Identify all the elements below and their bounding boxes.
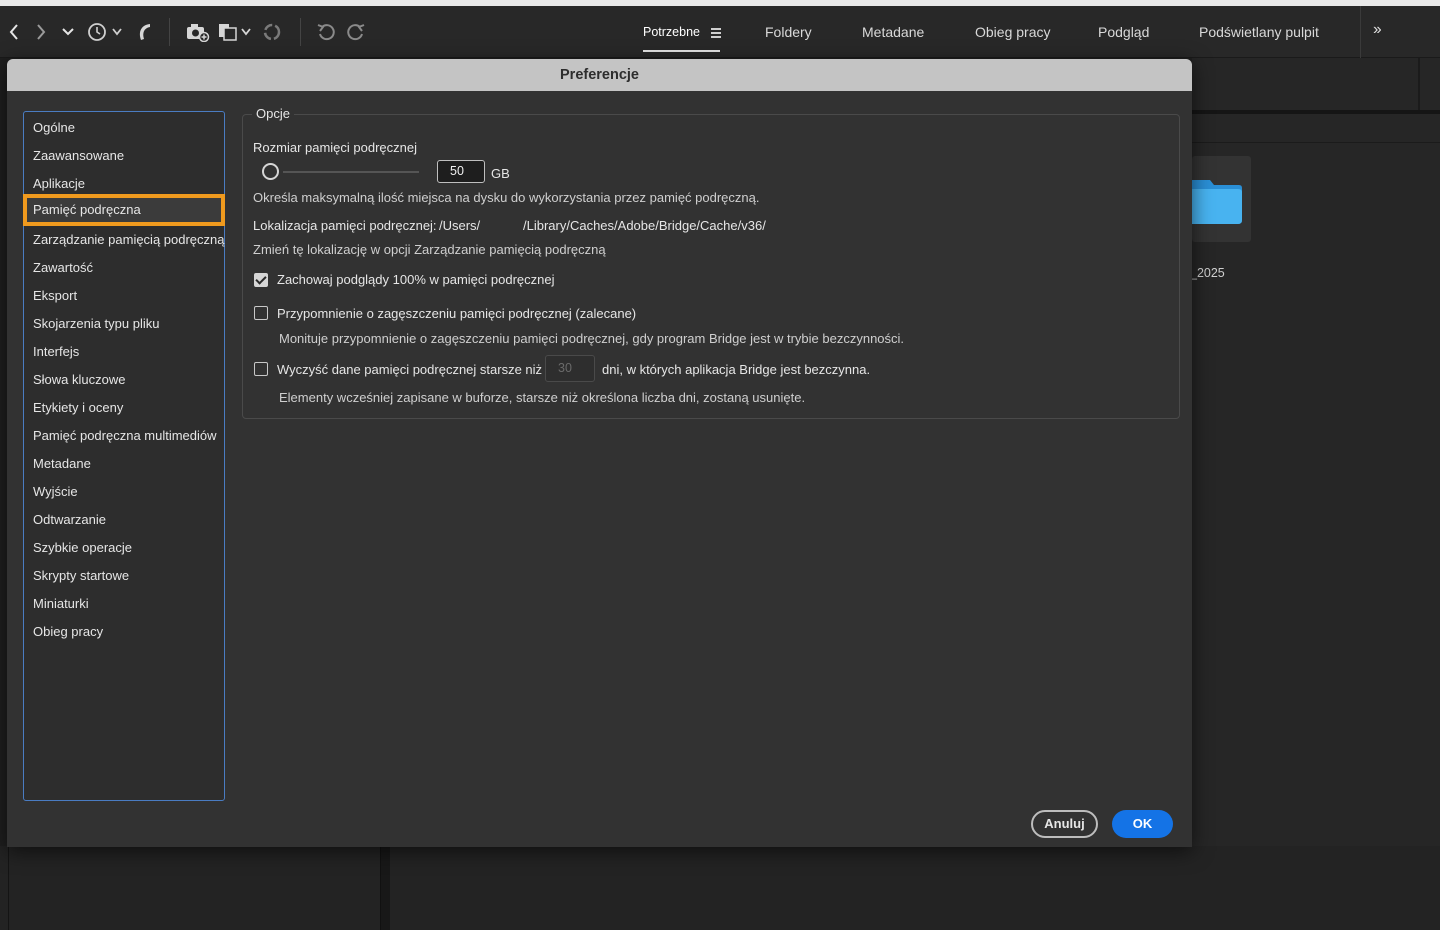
category-metadane[interactable]: Metadane bbox=[24, 450, 224, 477]
tab-podglad[interactable]: Podgląd bbox=[1098, 24, 1149, 40]
bottom-panels-background bbox=[0, 846, 1440, 930]
compact-reminder-label[interactable]: Przypomnienie o zagęszczeniu pamięci pod… bbox=[277, 306, 636, 321]
category-pamiec-podreczna[interactable]: Pamięć podręczna bbox=[23, 194, 225, 226]
folder-icon bbox=[1192, 180, 1242, 224]
cache-size-description: Określa maksymalną ilość miejsca na dysk… bbox=[253, 190, 760, 205]
category-etykiety[interactable]: Etykiety i oceny bbox=[24, 394, 224, 421]
options-legend: Opcje bbox=[252, 106, 294, 121]
category-eksport[interactable]: Eksport bbox=[24, 282, 224, 309]
category-miniaturki[interactable]: Miniaturki bbox=[24, 590, 224, 617]
toolbar-separator bbox=[169, 18, 170, 46]
tab-foldery[interactable]: Foldery bbox=[765, 24, 812, 40]
folder-label[interactable]: _2025 bbox=[1190, 266, 1225, 280]
purge-description: Elementy wcześniej zapisane w buforze, s… bbox=[279, 390, 806, 405]
keep-previews-checkbox[interactable] bbox=[254, 273, 268, 287]
compact-reminder-checkbox[interactable] bbox=[254, 306, 268, 320]
history-icon[interactable] bbox=[86, 20, 124, 44]
forward-icon[interactable] bbox=[33, 20, 49, 44]
category-zarzadzanie-pamiecia[interactable]: Zarządzanie pamięcią podręczną bbox=[24, 226, 225, 253]
cache-size-slider-thumb[interactable] bbox=[262, 163, 279, 180]
boomerang-icon[interactable] bbox=[134, 20, 154, 44]
category-aplikacje[interactable]: Aplikacje bbox=[24, 170, 224, 197]
more-workspaces-button[interactable]: ›› bbox=[1360, 6, 1440, 58]
refresh-icon[interactable] bbox=[261, 20, 283, 44]
panel-divider bbox=[1418, 58, 1420, 110]
category-skrypty-startowe[interactable]: Skrypty startowe bbox=[24, 562, 224, 589]
main-toolbar: Potrzebne Foldery Metadane Obieg pracy P… bbox=[0, 6, 1440, 58]
cancel-button[interactable]: Anuluj bbox=[1031, 810, 1098, 838]
category-szybkie-operacje[interactable]: Szybkie operacje bbox=[24, 534, 224, 561]
category-obieg-pracy[interactable]: Obieg pracy bbox=[24, 618, 224, 645]
toolbar-separator bbox=[300, 18, 301, 46]
category-list[interactable]: Ogólne Zaawansowane Aplikacje Pamięć pod… bbox=[23, 111, 225, 801]
copy-icon[interactable] bbox=[217, 20, 253, 44]
cache-size-unit: GB bbox=[491, 166, 510, 181]
purge-old-cache-label[interactable]: Wyczyść dane pamięci podręcznej starsze … bbox=[277, 362, 542, 377]
panel-divider bbox=[1192, 142, 1440, 143]
keep-previews-label[interactable]: Zachowaj podglądy 100% w pamięci podręcz… bbox=[277, 272, 555, 287]
purge-days-input[interactable]: 30 bbox=[545, 355, 595, 382]
tab-podswietlany-pulpit[interactable]: Podświetlany pulpit bbox=[1199, 24, 1319, 40]
category-wyjscie[interactable]: Wyjście bbox=[24, 478, 224, 505]
undo-icon[interactable] bbox=[316, 20, 338, 44]
camera-import-icon[interactable] bbox=[186, 20, 210, 44]
tab-potrzebne[interactable]: Potrzebne bbox=[643, 25, 700, 39]
category-pamiec-multimediow[interactable]: Pamięć podręczna multimediów bbox=[24, 422, 224, 449]
cache-location-hint: Zmień tę lokalizację w opcji Zarządzanie… bbox=[253, 242, 606, 257]
cache-location-label: Lokalizacja pamięci podręcznej: bbox=[253, 218, 437, 233]
active-tab-underline bbox=[643, 50, 720, 52]
purge-days-suffix: dni, w których aplikacja Bridge jest bez… bbox=[602, 362, 871, 377]
dialog-title: Preferencje bbox=[560, 67, 639, 83]
tab-metadane[interactable]: Metadane bbox=[862, 24, 924, 40]
cache-location-path-start: /Users/ bbox=[439, 218, 481, 233]
dialog-title-bar[interactable]: Preferencje bbox=[7, 59, 1192, 91]
cache-size-slider-track[interactable] bbox=[283, 171, 419, 173]
category-skojarzenia[interactable]: Skojarzenia typu pliku bbox=[24, 310, 224, 337]
tab-obieg-pracy[interactable]: Obieg pracy bbox=[975, 24, 1050, 40]
purge-old-cache-checkbox[interactable] bbox=[254, 362, 268, 376]
category-zawartosc[interactable]: Zawartość bbox=[24, 254, 224, 281]
category-slowa-kluczowe[interactable]: Słowa kluczowe bbox=[24, 366, 224, 393]
panel-divider bbox=[1192, 110, 1440, 114]
preferences-dialog: Preferencje Ogólne Zaawansowane Aplikacj… bbox=[7, 59, 1192, 847]
category-ogolne[interactable]: Ogólne bbox=[24, 114, 224, 141]
category-odtwarzanie[interactable]: Odtwarzanie bbox=[24, 506, 224, 533]
category-interfejs[interactable]: Interfejs bbox=[24, 338, 224, 365]
chevron-down-icon[interactable] bbox=[61, 20, 75, 44]
back-icon[interactable] bbox=[6, 20, 22, 44]
cache-size-label: Rozmiar pamięci podręcznej bbox=[253, 140, 418, 155]
redo-icon[interactable] bbox=[344, 20, 366, 44]
compact-reminder-description: Monituje przypomnienie o zagęszczeniu pa… bbox=[279, 331, 905, 346]
cache-size-input[interactable]: 50 bbox=[437, 160, 485, 183]
ok-button[interactable]: OK bbox=[1112, 810, 1173, 838]
more-workspaces-icon: ›› bbox=[1373, 21, 1382, 38]
category-zaawansowane[interactable]: Zaawansowane bbox=[24, 142, 224, 169]
cache-location-path-end: /Library/Caches/Adobe/Bridge/Cache/v36/ bbox=[523, 218, 766, 233]
workspace-menu-icon[interactable] bbox=[711, 28, 721, 40]
